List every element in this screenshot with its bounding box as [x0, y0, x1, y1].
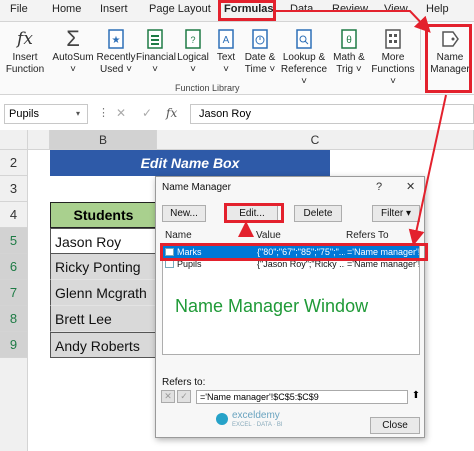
arrow-name-manager-to-marks [408, 94, 447, 246]
arrow-formulas-to-name-manager [276, 10, 431, 33]
annotation-arrows [238, 10, 447, 246]
